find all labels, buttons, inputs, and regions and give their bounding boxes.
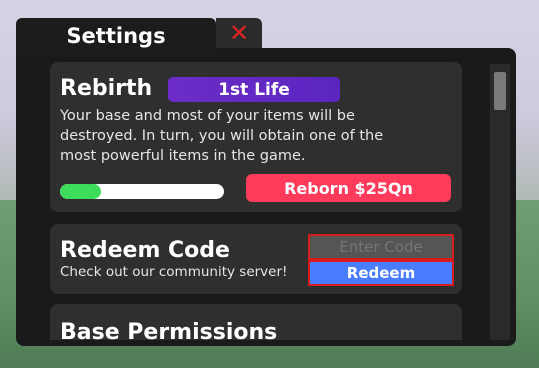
settings-title: Settings bbox=[66, 24, 166, 48]
settings-tab: Settings bbox=[16, 18, 216, 54]
rebirth-progress-bar bbox=[60, 184, 224, 199]
rebirth-card: Rebirth 1st Life Your base and most of y… bbox=[50, 62, 462, 212]
redeem-subtext: Check out our community server! bbox=[60, 264, 288, 280]
redeem-button[interactable]: Redeem bbox=[308, 260, 454, 286]
code-input[interactable] bbox=[308, 234, 454, 260]
rebirth-heading: Rebirth bbox=[60, 76, 153, 101]
close-icon: ✕ bbox=[228, 19, 250, 47]
redeem-card: Redeem Code Check out our community serv… bbox=[50, 224, 462, 294]
permissions-card: Base Permissions bbox=[50, 304, 462, 340]
scrollbar-thumb[interactable] bbox=[494, 72, 506, 110]
settings-scroll-area[interactable]: Rebirth 1st Life Your base and most of y… bbox=[38, 58, 478, 340]
rebirth-description-line: Your base and most of your items will be bbox=[60, 108, 355, 124]
reborn-button[interactable]: Reborn $25Qn bbox=[246, 174, 451, 202]
rebirth-description-line: most powerful items in the game. bbox=[60, 148, 306, 164]
rebirth-progress-fill bbox=[60, 184, 101, 199]
life-badge: 1st Life bbox=[168, 77, 340, 102]
permissions-heading: Base Permissions bbox=[60, 320, 278, 340]
rebirth-description: Your base and most of your items will be… bbox=[60, 106, 460, 166]
redeem-heading: Redeem Code bbox=[60, 238, 230, 263]
rebirth-description-line: destroyed. In turn, you will obtain one … bbox=[60, 128, 384, 144]
close-button[interactable]: ✕ bbox=[216, 18, 262, 48]
